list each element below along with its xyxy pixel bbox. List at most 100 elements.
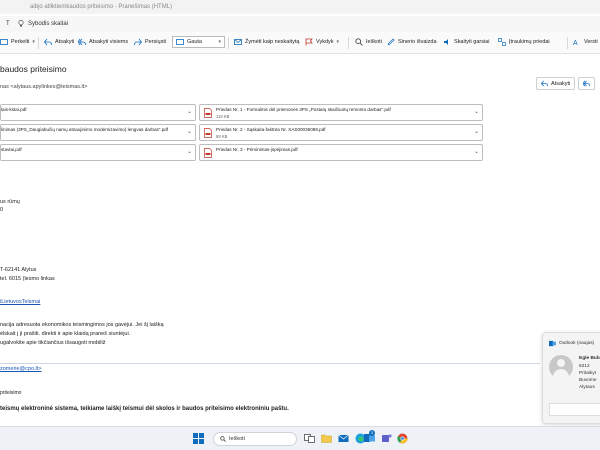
- forward-label: Persiųsti: [145, 39, 167, 45]
- notification-line: Pritaikyt: [579, 371, 597, 376]
- phone-line: tel. 6015 (lesmo linkas: [0, 276, 55, 282]
- inbox-icon: [176, 39, 184, 45]
- reply-button[interactable]: Atsakyti: [44, 38, 74, 46]
- read-aloud-label: Skaityti garsiai: [454, 39, 490, 45]
- separator: [38, 37, 39, 49]
- menu-bar: T Sybodis skaitai: [0, 16, 600, 32]
- flag-icon: [305, 38, 313, 46]
- notification-app-name: Outlook (naujas): [559, 341, 595, 346]
- ribbon-toolbar: Perkelti ▾ Atsakyti Atsakyti visiems Per…: [0, 32, 600, 54]
- move-label: Perkelti: [11, 39, 30, 45]
- reply-inline-label: Atsakyti: [551, 80, 571, 87]
- reply-all-inline-button[interactable]: [578, 77, 596, 90]
- notification-line: Alytaus: [579, 385, 595, 390]
- pdf-icon: [204, 128, 212, 138]
- pdf-icon: [204, 108, 212, 118]
- chevron-down-icon: ▾: [336, 39, 340, 45]
- search-button[interactable]: Ieškoti: [355, 38, 382, 46]
- disclaimer-line: ugalvokite apie tikčiančius išsaugoti mo…: [0, 340, 106, 346]
- attachment-name: Priedas Nr. 3 - Priminimas-įspėjimas.pdf: [216, 147, 298, 152]
- notification-header: Outlook (naujas): [549, 340, 594, 347]
- read-aloud-button[interactable]: Skaityti garsiai: [443, 38, 489, 46]
- taskbar-search-placeholder: Ieškoti: [229, 436, 245, 442]
- reply-actions: Atsakyti: [536, 77, 596, 90]
- task-view-icon[interactable]: [304, 433, 315, 444]
- attachment[interactable]: Priedas Nr. 1 - Formalinis dėl priemonės…: [199, 104, 483, 121]
- reply-all-icon: [583, 80, 591, 87]
- tell-me-search[interactable]: Sybodis skaitai: [18, 20, 68, 27]
- chrome-icon[interactable]: [397, 433, 408, 444]
- attachment-name: Priedas Nr. 1 - Formalinis dėl priemonės…: [216, 107, 391, 112]
- notification-sender: Egle Bub: [579, 356, 600, 361]
- notification-line: Buvome: [579, 378, 597, 383]
- attachment[interactable]: linimas (3PS_Daugiabučių namų atnaujinim…: [0, 124, 196, 141]
- window-title: aibjo atliktiemkaudos priteisimo - Prane…: [30, 4, 173, 10]
- search-label: Ieškoti: [366, 39, 382, 45]
- address-line: T-62141 Alytus: [0, 267, 37, 273]
- forward-icon: [134, 38, 142, 46]
- language-icon: A: [573, 40, 578, 46]
- translate-label: Versti: [584, 39, 598, 45]
- avatar: [549, 355, 573, 379]
- flag-label: Vykdyk: [316, 39, 334, 45]
- flag-button[interactable]: Vykdyk ▾: [305, 38, 339, 46]
- reply-label: Atsakyti: [55, 39, 75, 45]
- addins-icon: [498, 38, 506, 46]
- read-aloud-icon: [387, 38, 395, 46]
- attachment[interactable]: lais-kstai.pdf ⌄: [0, 104, 196, 121]
- mail-unread-icon: [234, 39, 242, 45]
- move-button[interactable]: Perkelti ▾: [0, 38, 35, 46]
- reply-inline-button[interactable]: Atsakyti: [536, 77, 576, 90]
- chevron-down-icon[interactable]: ⌄: [187, 148, 192, 155]
- addins-label: Įtraukimų priedai: [509, 39, 550, 45]
- chevron-down-icon: ▾: [32, 39, 35, 45]
- addins-button[interactable]: Įtraukimų priedai: [498, 38, 550, 46]
- attachment-size: 88 KB: [216, 134, 228, 139]
- immersive-reader-label: Sinerio išvaizda: [398, 39, 437, 45]
- menu-item-file[interactable]: T: [6, 21, 10, 27]
- quoted-body: teismų elektroninė sistema, teikiame lai…: [0, 406, 289, 412]
- quoted-subject: priteisimo: [0, 390, 22, 396]
- folder-select[interactable]: Gauta ▾: [172, 36, 225, 48]
- attachment-size: 118 KB: [216, 114, 230, 119]
- reply-all-button[interactable]: Atsakyti visiems: [78, 38, 128, 46]
- mark-unread-button[interactable]: Žymėti kaip neskaitytą: [234, 38, 299, 46]
- immersive-reader-button[interactable]: Sinerio išvaizda: [387, 38, 437, 46]
- separator: [228, 37, 229, 49]
- windows-start-icon[interactable]: [193, 433, 204, 444]
- outlook-icon: [549, 340, 556, 347]
- email-link[interactable]: zomerie@cpo.lt>: [0, 366, 42, 372]
- signature-line: us rūmų: [0, 199, 20, 205]
- divider: [0, 363, 540, 364]
- attachment[interactable]: stavlai.pdf ⌄: [0, 144, 196, 161]
- speaker-icon: [444, 39, 448, 45]
- taskbar: Ieškoti 3: [0, 426, 600, 450]
- notification-badge: 3: [369, 430, 375, 436]
- chevron-down-icon[interactable]: ⌄: [187, 108, 192, 115]
- chevron-down-icon[interactable]: ⌄: [474, 128, 479, 135]
- email-subject: baudos priteisimo: [0, 64, 67, 74]
- attachment[interactable]: Priedas Nr. 2 - Sąskaita-faktūra Nr. SAS…: [199, 124, 483, 141]
- translate-button[interactable]: A Versti: [573, 38, 598, 46]
- chevron-down-icon[interactable]: ⌄: [474, 148, 479, 155]
- reply-icon: [44, 38, 52, 46]
- disclaimer-line: nacija adresuota ekonomikos teismingimos…: [0, 322, 164, 328]
- attachment-name: Priedas Nr. 2 - Sąskaita-faktūra Nr. SAS…: [216, 127, 326, 132]
- notification-reply-field[interactable]: [549, 403, 600, 416]
- tell-me-label: Sybodis skaitai: [28, 20, 69, 27]
- file-explorer-icon[interactable]: [321, 433, 332, 444]
- chevron-down-icon[interactable]: ⌄: [187, 128, 192, 135]
- disclaimer-line: ėlskait j ji prašiti. direkti ir apie kl…: [0, 331, 131, 337]
- forward-button[interactable]: Persiųsti: [134, 38, 166, 46]
- teams-icon[interactable]: [381, 433, 392, 444]
- facebook-link[interactable]: iLietuvosTeismai: [0, 299, 40, 305]
- attachment[interactable]: Priedas Nr. 3 - Priminimas-įspėjimas.pdf…: [199, 144, 483, 161]
- signature-line: 0: [0, 207, 4, 213]
- taskbar-search[interactable]: Ieškoti: [213, 432, 297, 446]
- folder-select-label: Gauta: [187, 39, 202, 45]
- window-titlebar: aibjo atliktiemkaudos priteisimo - Prane…: [0, 0, 600, 14]
- mail-icon[interactable]: [338, 433, 349, 444]
- chevron-down-icon[interactable]: ⌄: [474, 108, 479, 115]
- notification-toast[interactable]: Outlook (naujas) Egle Bub 6212 Pritaikyt…: [542, 332, 600, 424]
- attachment-name: lais-kstai.pdf: [1, 107, 27, 112]
